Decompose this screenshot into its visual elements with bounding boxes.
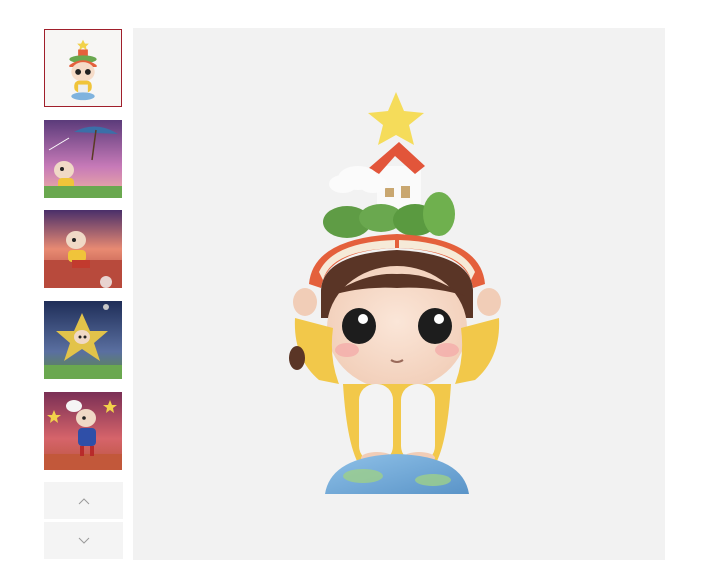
figure-illustration xyxy=(289,92,501,494)
thumbnail-image xyxy=(45,30,121,106)
thumbnail-4[interactable] xyxy=(44,301,122,379)
scroll-down-button[interactable] xyxy=(44,522,123,559)
thumbnail-1[interactable] xyxy=(44,29,122,107)
thumbnail-image xyxy=(44,392,122,470)
thumbnail-5[interactable] xyxy=(44,392,122,470)
thumbnail-image xyxy=(44,210,122,288)
thumbnail-2[interactable] xyxy=(44,120,122,198)
chevron-down-icon xyxy=(78,537,89,544)
thumbnail-image xyxy=(44,301,122,379)
thumbnail-image xyxy=(44,120,122,198)
main-product-image xyxy=(133,28,665,560)
chevron-up-icon xyxy=(78,497,89,504)
scroll-up-button[interactable] xyxy=(44,482,123,519)
thumbnail-3[interactable] xyxy=(44,210,122,288)
